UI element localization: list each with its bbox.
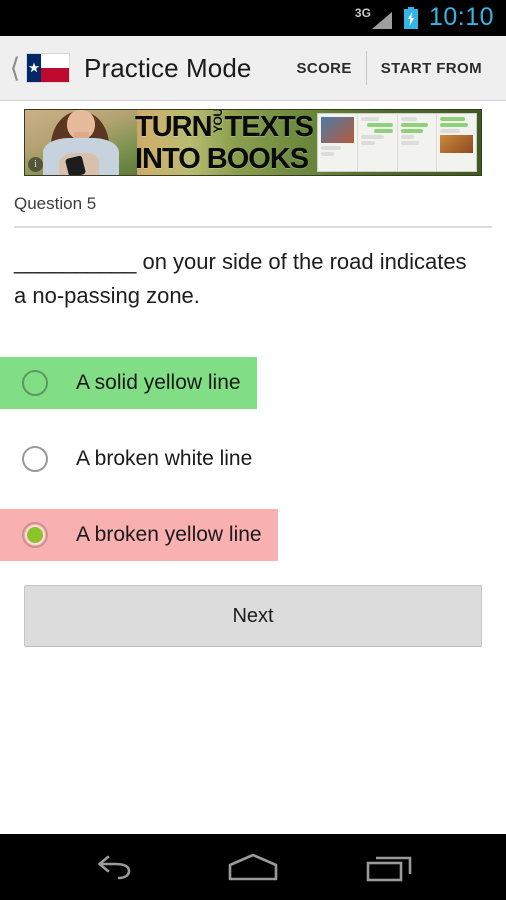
question-text: __________ on your side of the road indi…: [14, 249, 467, 308]
next-button[interactable]: Next: [24, 585, 482, 647]
status-bar: 3G 10:10: [0, 0, 506, 36]
ad-line1-part2: TEXTS: [224, 111, 314, 143]
action-bar: ⟨ Practice Mode SCORE START FROM: [0, 36, 506, 101]
texas-flag-icon: [26, 53, 70, 83]
home-icon: [228, 853, 278, 881]
signal-bars-icon: [371, 11, 392, 29]
answer-option-0[interactable]: A solid yellow line: [0, 357, 257, 409]
back-arrow-icon: [98, 855, 131, 880]
ad-info-icon[interactable]: i: [28, 157, 43, 172]
question-number-label: Question 5: [14, 194, 97, 213]
answer-option-1[interactable]: A broken white line: [0, 433, 268, 485]
android-navigation-bar: [0, 834, 506, 900]
ad-banner-container: i TURNYOURTEXTS INTO BOOKS: [0, 101, 506, 182]
ad-rotated-word: YOUR: [210, 109, 225, 133]
network-type-label: 3G: [354, 6, 371, 20]
ad-banner[interactable]: i TURNYOURTEXTS INTO BOOKS: [24, 109, 482, 176]
answer-option-label: A broken yellow line: [76, 523, 262, 546]
start-from-action[interactable]: START FROM: [367, 60, 496, 77]
answer-options-list: A solid yellow line A broken white line …: [0, 357, 506, 561]
radio-button-selected-icon[interactable]: [22, 522, 48, 548]
ad-headline: TURNYOURTEXTS INTO BOOKS: [135, 109, 325, 175]
page-title: Practice Mode: [84, 52, 252, 83]
status-bar-clock: 10:10: [428, 2, 494, 31]
radio-button-icon[interactable]: [22, 370, 48, 396]
ad-photo: i: [25, 110, 137, 175]
next-button-container: Next: [0, 585, 506, 647]
answer-option-label: A broken white line: [76, 447, 253, 470]
nav-back-button[interactable]: [86, 847, 146, 887]
recent-apps-icon: [366, 856, 411, 882]
back-chevron-icon[interactable]: ⟨: [4, 55, 26, 82]
ad-line2: INTO BOOKS: [135, 142, 309, 175]
ad-book-image: [317, 113, 477, 172]
answer-option-label: A solid yellow line: [76, 371, 241, 394]
nav-recents-button[interactable]: [360, 847, 420, 887]
nav-home-button[interactable]: [223, 847, 283, 887]
action-bar-actions: SCORE START FROM: [282, 36, 506, 100]
answer-option-2[interactable]: A broken yellow line: [0, 509, 278, 561]
battery-charging-icon: [403, 7, 419, 29]
ad-line1-part1: TURN: [135, 111, 213, 143]
radio-button-icon[interactable]: [22, 446, 48, 472]
score-action[interactable]: SCORE: [282, 60, 365, 77]
question-divider: [14, 226, 492, 228]
